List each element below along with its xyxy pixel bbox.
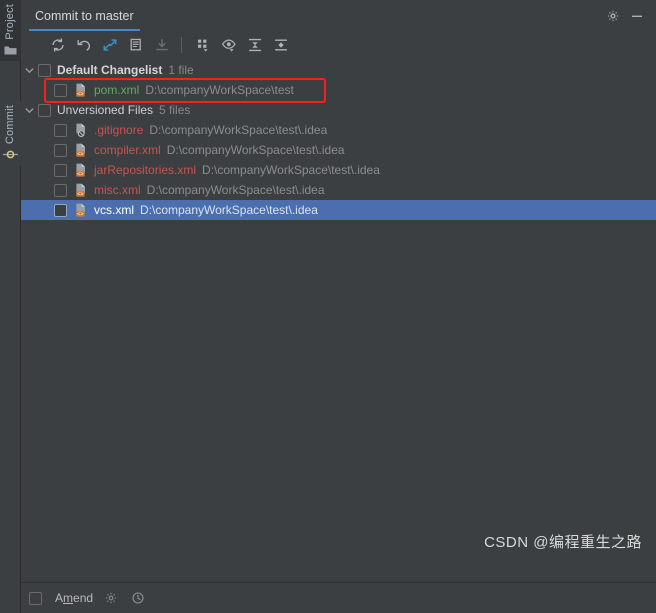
tab-commit-to-master[interactable]: Commit to master xyxy=(21,0,148,31)
tab-bar-spacer xyxy=(148,0,606,31)
xml-file-icon: <> xyxy=(73,82,89,98)
tab-bar: Commit to master xyxy=(21,0,656,31)
file-checkbox[interactable] xyxy=(54,83,67,97)
xml-file-icon: <> xyxy=(73,162,89,178)
changelist-group-row[interactable]: Default Changelist 1 file xyxy=(21,60,656,80)
svg-text:<>: <> xyxy=(77,92,83,98)
collapse-all-icon xyxy=(273,37,289,53)
refresh-changes-button[interactable] xyxy=(46,33,70,57)
gear-icon[interactable] xyxy=(102,589,120,607)
rollback-icon xyxy=(76,37,92,53)
file-path: D:\companyWorkSpace\test\.idea xyxy=(149,123,328,137)
window-controls xyxy=(606,0,656,31)
rail-item-project-label: Project xyxy=(4,4,16,40)
preview-diff-button[interactable] xyxy=(217,33,241,57)
file-name: .gitignore xyxy=(94,123,144,137)
file-path: D:\companyWorkSpace\test\.idea xyxy=(140,203,318,217)
chevron-down-icon[interactable] xyxy=(21,100,38,120)
clock-icon[interactable] xyxy=(129,589,147,607)
file-row-jarrepositories-xml[interactable]: <> jarRepositories.xml D:\companyWorkSpa… xyxy=(21,160,656,180)
file-path: D:\companyWorkSpace\test\.idea xyxy=(166,143,345,157)
changelist-group-name: Default Changelist xyxy=(57,63,163,77)
file-path: D:\companyWorkSpace\test xyxy=(145,83,294,97)
folder-icon xyxy=(4,45,17,56)
diff-arrows-icon xyxy=(102,37,118,53)
group-by-button[interactable] xyxy=(191,33,215,57)
file-checkbox[interactable] xyxy=(54,143,67,157)
svg-text:<>: <> xyxy=(77,172,83,178)
unversioned-group-row[interactable]: Unversioned Files 5 files xyxy=(21,100,656,120)
minimize-icon[interactable] xyxy=(630,9,644,23)
file-name: compiler.xml xyxy=(94,143,161,157)
file-checkbox[interactable] xyxy=(54,183,67,197)
file-row-compiler-xml[interactable]: <> compiler.xml D:\companyWorkSpace\test… xyxy=(21,140,656,160)
tab-commit-to-master-label: Commit to master xyxy=(35,8,134,23)
file-name: jarRepositories.xml xyxy=(94,163,197,177)
svg-text:<>: <> xyxy=(77,212,83,218)
commit-bottom-bar: Amend xyxy=(21,582,656,613)
download-icon xyxy=(154,37,170,53)
document-icon xyxy=(128,37,144,53)
file-name: misc.xml xyxy=(94,183,141,197)
file-row-pom-xml[interactable]: <> pom.xml D:\companyWorkSpace\test xyxy=(21,80,656,100)
gear-icon[interactable] xyxy=(606,9,620,23)
ignored-file-icon xyxy=(73,122,89,138)
toolbar-separator xyxy=(181,36,182,53)
watermark-text: CSDN @编程重生之路 xyxy=(484,534,642,551)
xml-file-icon: <> xyxy=(73,142,89,158)
file-checkbox[interactable] xyxy=(54,163,67,177)
amend-checkbox-row[interactable]: Amend xyxy=(29,591,93,605)
rollback-button[interactable] xyxy=(72,33,96,57)
amend-label: Amend xyxy=(55,591,94,605)
unversioned-group-checkbox[interactable] xyxy=(38,103,51,117)
rail-item-commit[interactable]: Commit xyxy=(0,101,21,167)
file-checkbox[interactable] xyxy=(54,203,67,217)
changelist-group-checkbox[interactable] xyxy=(38,63,51,77)
group-by-icon xyxy=(195,37,211,53)
file-checkbox[interactable] xyxy=(54,123,67,137)
expand-all-button[interactable] xyxy=(243,33,267,57)
update-project-button[interactable] xyxy=(150,33,174,57)
file-path: D:\companyWorkSpace\test\.idea xyxy=(202,163,380,177)
commit-toolbar xyxy=(21,31,656,58)
file-path: D:\companyWorkSpace\test\.idea xyxy=(146,183,325,197)
file-row-vcs-xml[interactable]: <> vcs.xml D:\companyWorkSpace\test\.ide… xyxy=(21,200,656,220)
show-diff-button[interactable] xyxy=(98,33,122,57)
commit-main-column: Commit to master Default Changelist 1 fi… xyxy=(21,0,656,613)
chevron-down-icon[interactable] xyxy=(21,60,38,80)
refresh-icon xyxy=(50,37,66,53)
expand-all-icon xyxy=(247,37,263,53)
changelist-group-count: 1 file xyxy=(168,63,194,77)
eye-icon xyxy=(221,37,237,53)
xml-file-icon: <> xyxy=(73,182,89,198)
changes-tree[interactable]: Default Changelist 1 file <> pom.xml D:\… xyxy=(21,58,656,582)
unversioned-group-count: 5 files xyxy=(159,103,191,117)
svg-text:<>: <> xyxy=(77,192,83,198)
rail-item-project[interactable]: Project xyxy=(0,0,21,61)
xml-file-icon: <> xyxy=(73,202,89,218)
tool-window-rail: Project Commit xyxy=(0,0,21,613)
amend-checkbox[interactable] xyxy=(29,591,42,605)
collapse-all-button[interactable] xyxy=(269,33,293,57)
file-name: pom.xml xyxy=(94,83,140,97)
file-name: vcs.xml xyxy=(94,203,134,217)
file-row-gitignore[interactable]: .gitignore D:\companyWorkSpace\test\.ide… xyxy=(21,120,656,140)
file-row-misc-xml[interactable]: <> misc.xml D:\companyWorkSpace\test\.id… xyxy=(21,180,656,200)
svg-text:<>: <> xyxy=(77,152,83,158)
commit-node-icon xyxy=(3,149,18,160)
unversioned-group-name: Unversioned Files xyxy=(57,103,154,117)
rail-item-commit-label: Commit xyxy=(4,105,16,145)
show-commit-options-button[interactable] xyxy=(124,33,148,57)
commit-tool-window: Project Commit Commit to master Default … xyxy=(0,0,656,613)
